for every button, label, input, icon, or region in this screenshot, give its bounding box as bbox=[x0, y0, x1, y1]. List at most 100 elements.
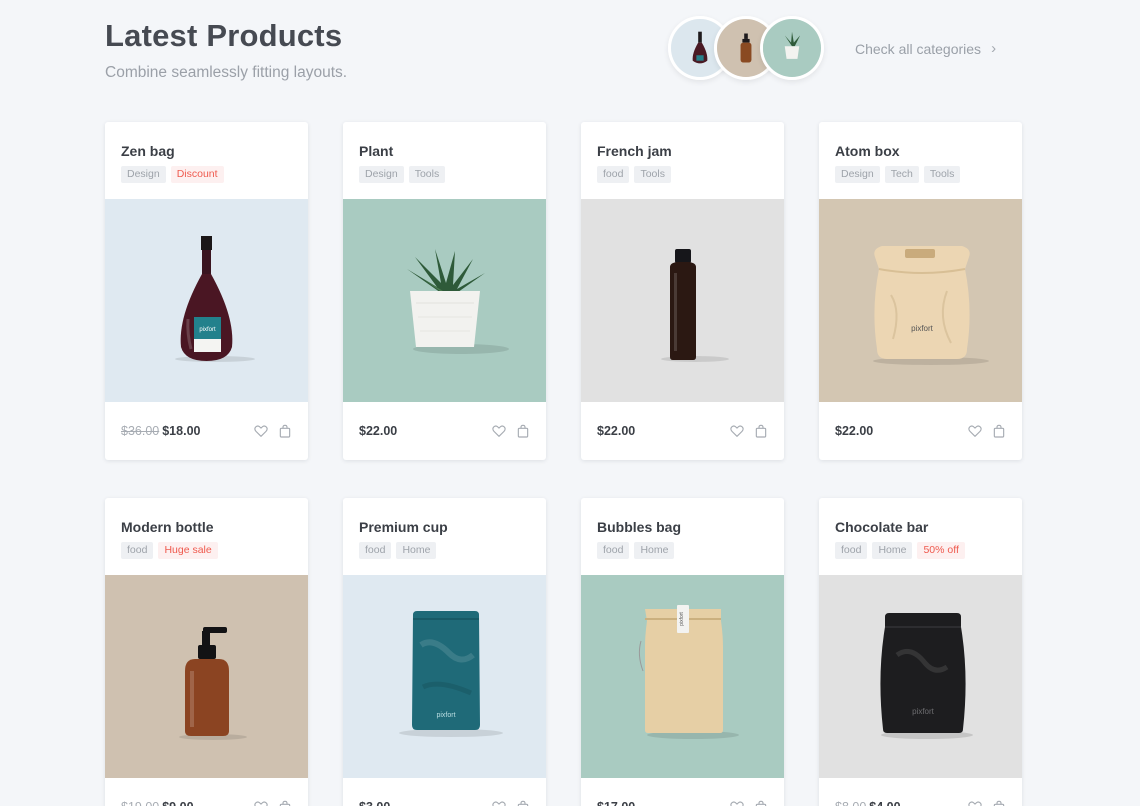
teal-pouch-illustration: pixfort bbox=[343, 575, 546, 778]
product-title[interactable]: Chocolate bar bbox=[835, 519, 1006, 535]
product-actions bbox=[729, 799, 769, 806]
product-title[interactable]: French jam bbox=[597, 143, 768, 159]
plant-thumbnail bbox=[763, 19, 821, 77]
check-all-label: Check all categories bbox=[855, 40, 982, 57]
category-tag[interactable]: Tools bbox=[408, 166, 446, 183]
category-tag[interactable]: food bbox=[835, 542, 868, 559]
category-tag[interactable]: food bbox=[597, 542, 630, 559]
product-card[interactable]: Zen bag Design Discount pixfort $36.00 $18.0… bbox=[105, 122, 308, 460]
price: $18.00 bbox=[162, 424, 201, 438]
old-price: $19.00 bbox=[121, 800, 159, 806]
shopping-bag-icon[interactable] bbox=[753, 423, 769, 439]
chevron-right-icon: › bbox=[991, 40, 997, 57]
product-image[interactable] bbox=[343, 199, 546, 402]
shopping-bag-icon[interactable] bbox=[515, 423, 531, 439]
price-group: $36.00 $18.00 bbox=[121, 424, 200, 438]
category-tag[interactable]: Design bbox=[359, 166, 404, 183]
shopping-bag-icon[interactable] bbox=[515, 799, 531, 806]
product-actions bbox=[967, 423, 1007, 439]
heart-icon[interactable] bbox=[967, 423, 983, 439]
sale-badge[interactable]: Huge sale bbox=[158, 542, 218, 559]
category-tag[interactable]: Design bbox=[121, 166, 166, 183]
product-brand: pixfort bbox=[911, 324, 934, 333]
heart-icon[interactable] bbox=[729, 799, 745, 806]
product-actions bbox=[491, 799, 531, 806]
product-card[interactable]: French jam food Tools $22.00 bbox=[581, 122, 784, 460]
product-title[interactable]: Premium cup bbox=[359, 519, 530, 535]
heart-icon[interactable] bbox=[729, 423, 745, 439]
shopping-bag-icon[interactable] bbox=[277, 423, 293, 439]
shopping-bag-icon[interactable] bbox=[277, 799, 293, 806]
product-title[interactable]: Modern bottle bbox=[121, 519, 292, 535]
product-brand: pixfort bbox=[199, 327, 216, 333]
category-tag[interactable]: Home bbox=[872, 542, 913, 559]
price-group: $22.00 bbox=[597, 424, 635, 438]
price-group: $17.00 bbox=[597, 800, 635, 806]
product-tags: food Huge sale bbox=[121, 542, 292, 559]
product-image[interactable] bbox=[581, 199, 784, 402]
product-image[interactable]: pixfort bbox=[819, 575, 1022, 778]
heart-icon[interactable] bbox=[491, 799, 507, 806]
product-image[interactable]: pixfort bbox=[581, 575, 784, 778]
sale-badge[interactable]: 50% off bbox=[917, 542, 965, 559]
price-group: $3.00 bbox=[359, 800, 390, 806]
product-card-header: Chocolate bar food Home 50% off bbox=[819, 498, 1022, 575]
product-actions bbox=[729, 423, 769, 439]
product-brand: pixfort bbox=[912, 707, 935, 716]
product-card[interactable]: Atom box Design Tech Tools pixfort $22.00 bbox=[819, 122, 1022, 460]
product-tags: Design Tools bbox=[359, 166, 530, 183]
category-tag[interactable]: Tech bbox=[884, 166, 919, 183]
product-title[interactable]: Bubbles bag bbox=[597, 519, 768, 535]
product-card[interactable]: Chocolate bar foodHome50% off pixfort $8.0… bbox=[819, 498, 1022, 806]
shopping-bag-icon[interactable] bbox=[991, 423, 1007, 439]
heart-icon[interactable] bbox=[967, 799, 983, 806]
page-subtitle: Combine seamlessly fitting layouts. bbox=[105, 64, 348, 81]
shopping-bag-icon[interactable] bbox=[991, 799, 1007, 806]
product-brand: pixfort bbox=[679, 612, 685, 626]
category-tag[interactable]: food bbox=[359, 542, 392, 559]
product-card-footer: $8.00$4.00 bbox=[819, 778, 1022, 806]
product-card-footer: $17.00 bbox=[581, 778, 784, 806]
section-header: Latest Products Combine seamlessly fitti… bbox=[105, 18, 347, 82]
price: $3.00 bbox=[359, 800, 390, 806]
kraft-bag-illustration: pixfort bbox=[581, 575, 784, 778]
paper-bag-illustration: pixfort bbox=[819, 199, 1022, 402]
heart-icon[interactable] bbox=[253, 799, 269, 806]
product-image[interactable]: pixfort bbox=[343, 575, 546, 778]
product-card-header: French jam food Tools bbox=[581, 122, 784, 199]
category-tag[interactable]: food bbox=[597, 166, 630, 183]
sale-badge[interactable]: Discount bbox=[170, 166, 224, 183]
category-tag[interactable]: food bbox=[121, 542, 154, 559]
product-image[interactable]: pixfort bbox=[819, 199, 1022, 402]
category-tag[interactable]: Home bbox=[634, 542, 675, 559]
product-card-footer: $22.00 bbox=[343, 402, 546, 460]
category-circle-plant[interactable] bbox=[760, 16, 824, 80]
product-card[interactable]: Plant Design Tools $22.00 bbox=[343, 122, 546, 460]
product-card-header: Bubbles bag food Home bbox=[581, 498, 784, 575]
old-price: $8.00 bbox=[835, 800, 866, 806]
check-all-categories-link[interactable]: Check all categories › bbox=[855, 40, 996, 57]
product-card-footer: $22.00 bbox=[819, 402, 1022, 460]
product-card[interactable]: Bubbles bag foodHome pixfort $17.00 bbox=[581, 498, 784, 806]
dark-bottle-illustration bbox=[581, 199, 784, 402]
product-title[interactable]: Atom box bbox=[835, 143, 1006, 159]
category-tag[interactable]: Home bbox=[396, 542, 437, 559]
product-card[interactable]: Premium cup foodHome pixfort $3.00 bbox=[343, 498, 546, 806]
category-tag[interactable]: Design bbox=[835, 166, 880, 183]
product-brand: pixfort bbox=[436, 712, 455, 719]
product-image[interactable] bbox=[105, 575, 308, 778]
product-title[interactable]: Plant bbox=[359, 143, 530, 159]
product-card-footer: $22.00 bbox=[581, 402, 784, 460]
product-card[interactable]: Modern bottle foodHuge sale $19.00$9.00 bbox=[105, 498, 308, 806]
product-card-header: Zen bag Design Discount bbox=[105, 122, 308, 199]
category-circles bbox=[668, 16, 828, 82]
product-actions bbox=[253, 799, 293, 806]
category-tag[interactable]: Tools bbox=[923, 166, 961, 183]
shopping-bag-icon[interactable] bbox=[753, 799, 769, 806]
heart-icon[interactable] bbox=[253, 423, 269, 439]
price: $22.00 bbox=[835, 424, 874, 438]
product-image[interactable]: pixfort bbox=[105, 199, 308, 402]
product-title[interactable]: Zen bag bbox=[121, 143, 292, 159]
category-tag[interactable]: Tools bbox=[634, 166, 671, 183]
heart-icon[interactable] bbox=[491, 423, 507, 439]
